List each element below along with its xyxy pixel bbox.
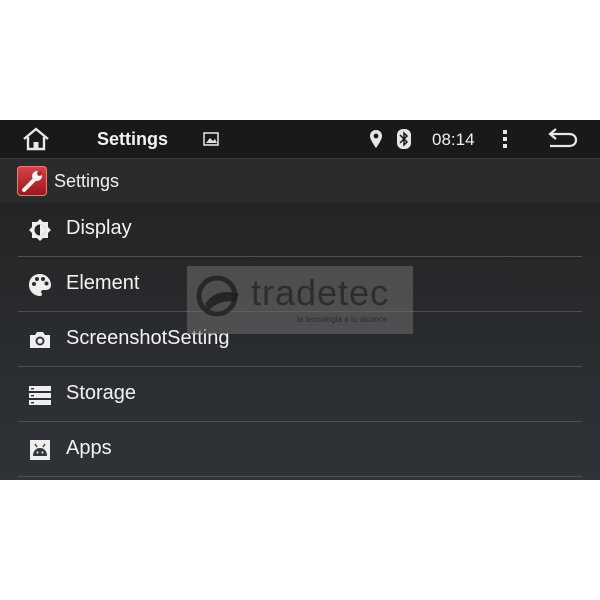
palette-icon <box>28 273 52 297</box>
settings-item-display[interactable]: Display <box>18 202 582 257</box>
settings-item-label: Element <box>66 272 140 294</box>
tradetec-logo-icon <box>195 274 245 322</box>
clock-time: 08:14 <box>432 130 475 149</box>
tradetec-watermark: tradetec la tecnologia a tu alcance <box>187 266 413 334</box>
watermark-brand: tradetec <box>251 272 390 313</box>
camera-icon <box>28 328 52 352</box>
settings-item-label: Storage <box>66 382 137 404</box>
apps-icon <box>28 438 52 462</box>
settings-item-apps[interactable]: Apps <box>18 422 582 477</box>
android-screen: Settings 08:14 Settings Display Element … <box>0 120 600 480</box>
settings-item-label: Display <box>66 217 132 239</box>
settings-item-storage[interactable]: Storage <box>18 367 582 422</box>
bluetooth-icon <box>396 128 412 150</box>
status-title: Settings <box>97 129 169 149</box>
watermark-tagline: la tecnologia a tu alcance <box>297 315 388 324</box>
settings-wrench-icon[interactable] <box>17 166 47 196</box>
gallery-icon <box>203 132 219 146</box>
storage-icon <box>28 383 52 407</box>
settings-item-label: Apps <box>66 437 112 459</box>
action-bar-title: Settings <box>54 171 120 191</box>
back-icon[interactable] <box>547 128 579 150</box>
action-bar: Settings <box>0 158 600 203</box>
overflow-menu-icon[interactable] <box>499 129 511 149</box>
status-bar: Settings 08:14 <box>0 120 600 158</box>
home-icon[interactable] <box>22 127 50 151</box>
brightness-icon <box>28 218 52 242</box>
location-icon <box>369 129 383 149</box>
